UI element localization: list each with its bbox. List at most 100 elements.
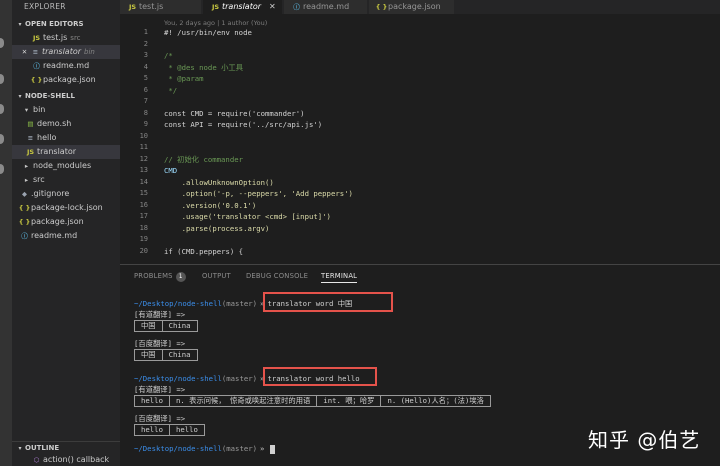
close-icon[interactable]: ✕ bbox=[20, 45, 29, 59]
info-file-icon: ⓘ bbox=[293, 3, 300, 11]
git-blame-annotation: You, 2 days ago | 1 author (You) bbox=[164, 19, 268, 27]
code-editor[interactable]: You, 2 days ago | 1 author (You) 1 2 3 4… bbox=[120, 14, 720, 264]
line-number: 13 bbox=[139, 166, 148, 174]
code-lines: #! /usr/bin/env node /* * @des node 小工具 … bbox=[164, 27, 353, 257]
terminal-current-prompt: ~/Desktop/node-shell(master)» bbox=[134, 443, 276, 454]
tree-item-readme[interactable]: ⓘ readme.md bbox=[12, 229, 120, 243]
tab-package-json[interactable]: { }package.json bbox=[369, 0, 455, 14]
git-file-icon: ◆ bbox=[22, 190, 27, 198]
json-file-icon: { } bbox=[18, 218, 31, 226]
outline-header[interactable]: ▾ OUTLINE bbox=[12, 441, 120, 453]
project-header[interactable]: ▾ NODE-SHELL bbox=[12, 90, 120, 102]
line-number: 19 bbox=[139, 235, 148, 243]
baidu-label: [百度翻译] => bbox=[134, 339, 186, 348]
code-line: * @param bbox=[164, 74, 204, 83]
code-line: .usage('translator <cmd> [input]') bbox=[164, 212, 331, 221]
tree-item-package-json[interactable]: { }package.json bbox=[12, 215, 120, 229]
explorer-activity-icon[interactable] bbox=[0, 38, 4, 48]
code-line: // 初始化 commander bbox=[164, 154, 244, 164]
open-editor-item-translator[interactable]: ✕ ≡ translator bin bbox=[12, 45, 120, 59]
text-file-icon: ≡ bbox=[27, 134, 34, 142]
chevron-down-icon: ▾ bbox=[18, 93, 22, 100]
tab-debug-console[interactable]: DEBUG CONSOLE bbox=[246, 269, 308, 283]
line-number: 7 bbox=[143, 97, 148, 105]
chevron-right-icon: ▸ bbox=[24, 176, 29, 184]
info-file-icon: ⓘ bbox=[33, 62, 40, 70]
explorer-sidebar: EXPLORER ▾ OPEN EDITORS JS test.js src ✕ ≡ tr… bbox=[12, 0, 120, 466]
youdao-result-table: hello n. 表示问候， 惊奇或唤起注意时的用语 int. 喂；哈罗 n. … bbox=[134, 395, 491, 407]
baidu-label: [百度翻译] => bbox=[134, 414, 186, 423]
method-icon: ⬡ bbox=[33, 456, 40, 464]
chevron-down-icon: ▾ bbox=[24, 106, 29, 114]
line-number: 12 bbox=[139, 154, 148, 163]
line-number: 1 bbox=[143, 28, 148, 36]
close-icon[interactable]: ✕ bbox=[269, 2, 276, 11]
tab-problems[interactable]: PROBLEMS 1 bbox=[134, 269, 186, 283]
line-number: 20 bbox=[139, 246, 148, 255]
line-number: 3 bbox=[143, 51, 148, 59]
shell-file-icon: ▤ bbox=[27, 120, 34, 128]
tab-output[interactable]: OUTPUT bbox=[202, 269, 231, 283]
javascript-file-icon: JS bbox=[211, 3, 220, 11]
line-number: 5 bbox=[143, 74, 148, 82]
line-number: 17 bbox=[139, 212, 148, 220]
tree-item-translator[interactable]: JS translator bbox=[12, 145, 120, 159]
tree-item-node-modules[interactable]: ▸ node_modules bbox=[12, 159, 120, 173]
open-editor-item-package-json[interactable]: { }package.json bbox=[12, 73, 120, 87]
json-file-icon: { } bbox=[30, 76, 43, 84]
open-editors-header[interactable]: ▾ OPEN EDITORS bbox=[12, 18, 120, 30]
extensions-activity-icon[interactable] bbox=[0, 164, 4, 174]
tab-readme[interactable]: ⓘ readme.md bbox=[284, 0, 368, 14]
baidu-result-table: 中国 China bbox=[134, 349, 198, 361]
line-number: 6 bbox=[143, 85, 148, 94]
line-number-gutter: 1 2 3 4 5 6 7 8 9 10 11 12 13 14 15 16 1… bbox=[120, 27, 148, 257]
line-number: 4 bbox=[143, 62, 148, 71]
chevron-down-icon: ▾ bbox=[18, 21, 22, 28]
line-number: 18 bbox=[139, 223, 148, 232]
line-number: 14 bbox=[139, 177, 148, 186]
tree-item-bin[interactable]: ▾ bin bbox=[12, 103, 120, 117]
watermark: 知乎 @伯艺 bbox=[588, 428, 701, 452]
tab-translator[interactable]: JS translator ✕ bbox=[203, 0, 283, 14]
tab-test-js[interactable]: JS test.js bbox=[120, 0, 202, 14]
line-number: 15 bbox=[139, 189, 148, 197]
line-number: 2 bbox=[143, 39, 148, 48]
text-file-icon: ≡ bbox=[32, 48, 39, 56]
tree-item-demo-sh[interactable]: ▤ demo.sh bbox=[12, 117, 120, 131]
line-number: 8 bbox=[143, 108, 148, 117]
code-line: */ bbox=[164, 85, 178, 95]
tree-item-hello[interactable]: ≡ hello bbox=[12, 131, 120, 145]
chevron-right-icon: ▸ bbox=[24, 162, 29, 170]
json-file-icon: { } bbox=[375, 3, 388, 11]
line-number: 11 bbox=[139, 143, 148, 151]
javascript-file-icon: JS bbox=[26, 148, 35, 156]
youdao-result-table: 中国 China bbox=[134, 320, 198, 332]
open-editor-item-test-js[interactable]: JS test.js src bbox=[12, 31, 120, 45]
code-line: CMD bbox=[164, 166, 178, 175]
code-line: const API = require('../src/api.js') bbox=[164, 120, 323, 129]
youdao-label: [有道翻译] => bbox=[134, 310, 186, 319]
highlight-box bbox=[263, 292, 393, 312]
tab-terminal[interactable]: TERMINAL bbox=[321, 269, 358, 283]
explorer-title: EXPLORER bbox=[24, 2, 66, 11]
open-editor-item-readme[interactable]: ⓘ readme.md bbox=[12, 59, 120, 73]
javascript-file-icon: JS bbox=[128, 3, 137, 11]
tree-item-src[interactable]: ▸ src bbox=[12, 173, 120, 187]
tree-item-gitignore[interactable]: ◆ .gitignore bbox=[12, 187, 120, 201]
youdao-label: [有道翻译] => bbox=[134, 385, 186, 394]
code-line: .option('-p, --peppers', 'Add peppers') bbox=[164, 189, 353, 198]
tree-item-package-lock[interactable]: { }package-lock.json bbox=[12, 201, 120, 215]
code-line: if (CMD.peppers) { bbox=[164, 246, 244, 256]
highlight-box bbox=[263, 367, 377, 386]
info-file-icon: ⓘ bbox=[21, 232, 28, 240]
code-line: .allowUnknownOption() bbox=[164, 177, 274, 187]
line-number: 16 bbox=[139, 200, 148, 209]
source-control-activity-icon[interactable] bbox=[0, 104, 4, 114]
debug-activity-icon[interactable] bbox=[0, 134, 4, 144]
search-activity-icon[interactable] bbox=[0, 74, 4, 84]
outline-item[interactable]: ⬡ action() callback bbox=[12, 454, 120, 466]
